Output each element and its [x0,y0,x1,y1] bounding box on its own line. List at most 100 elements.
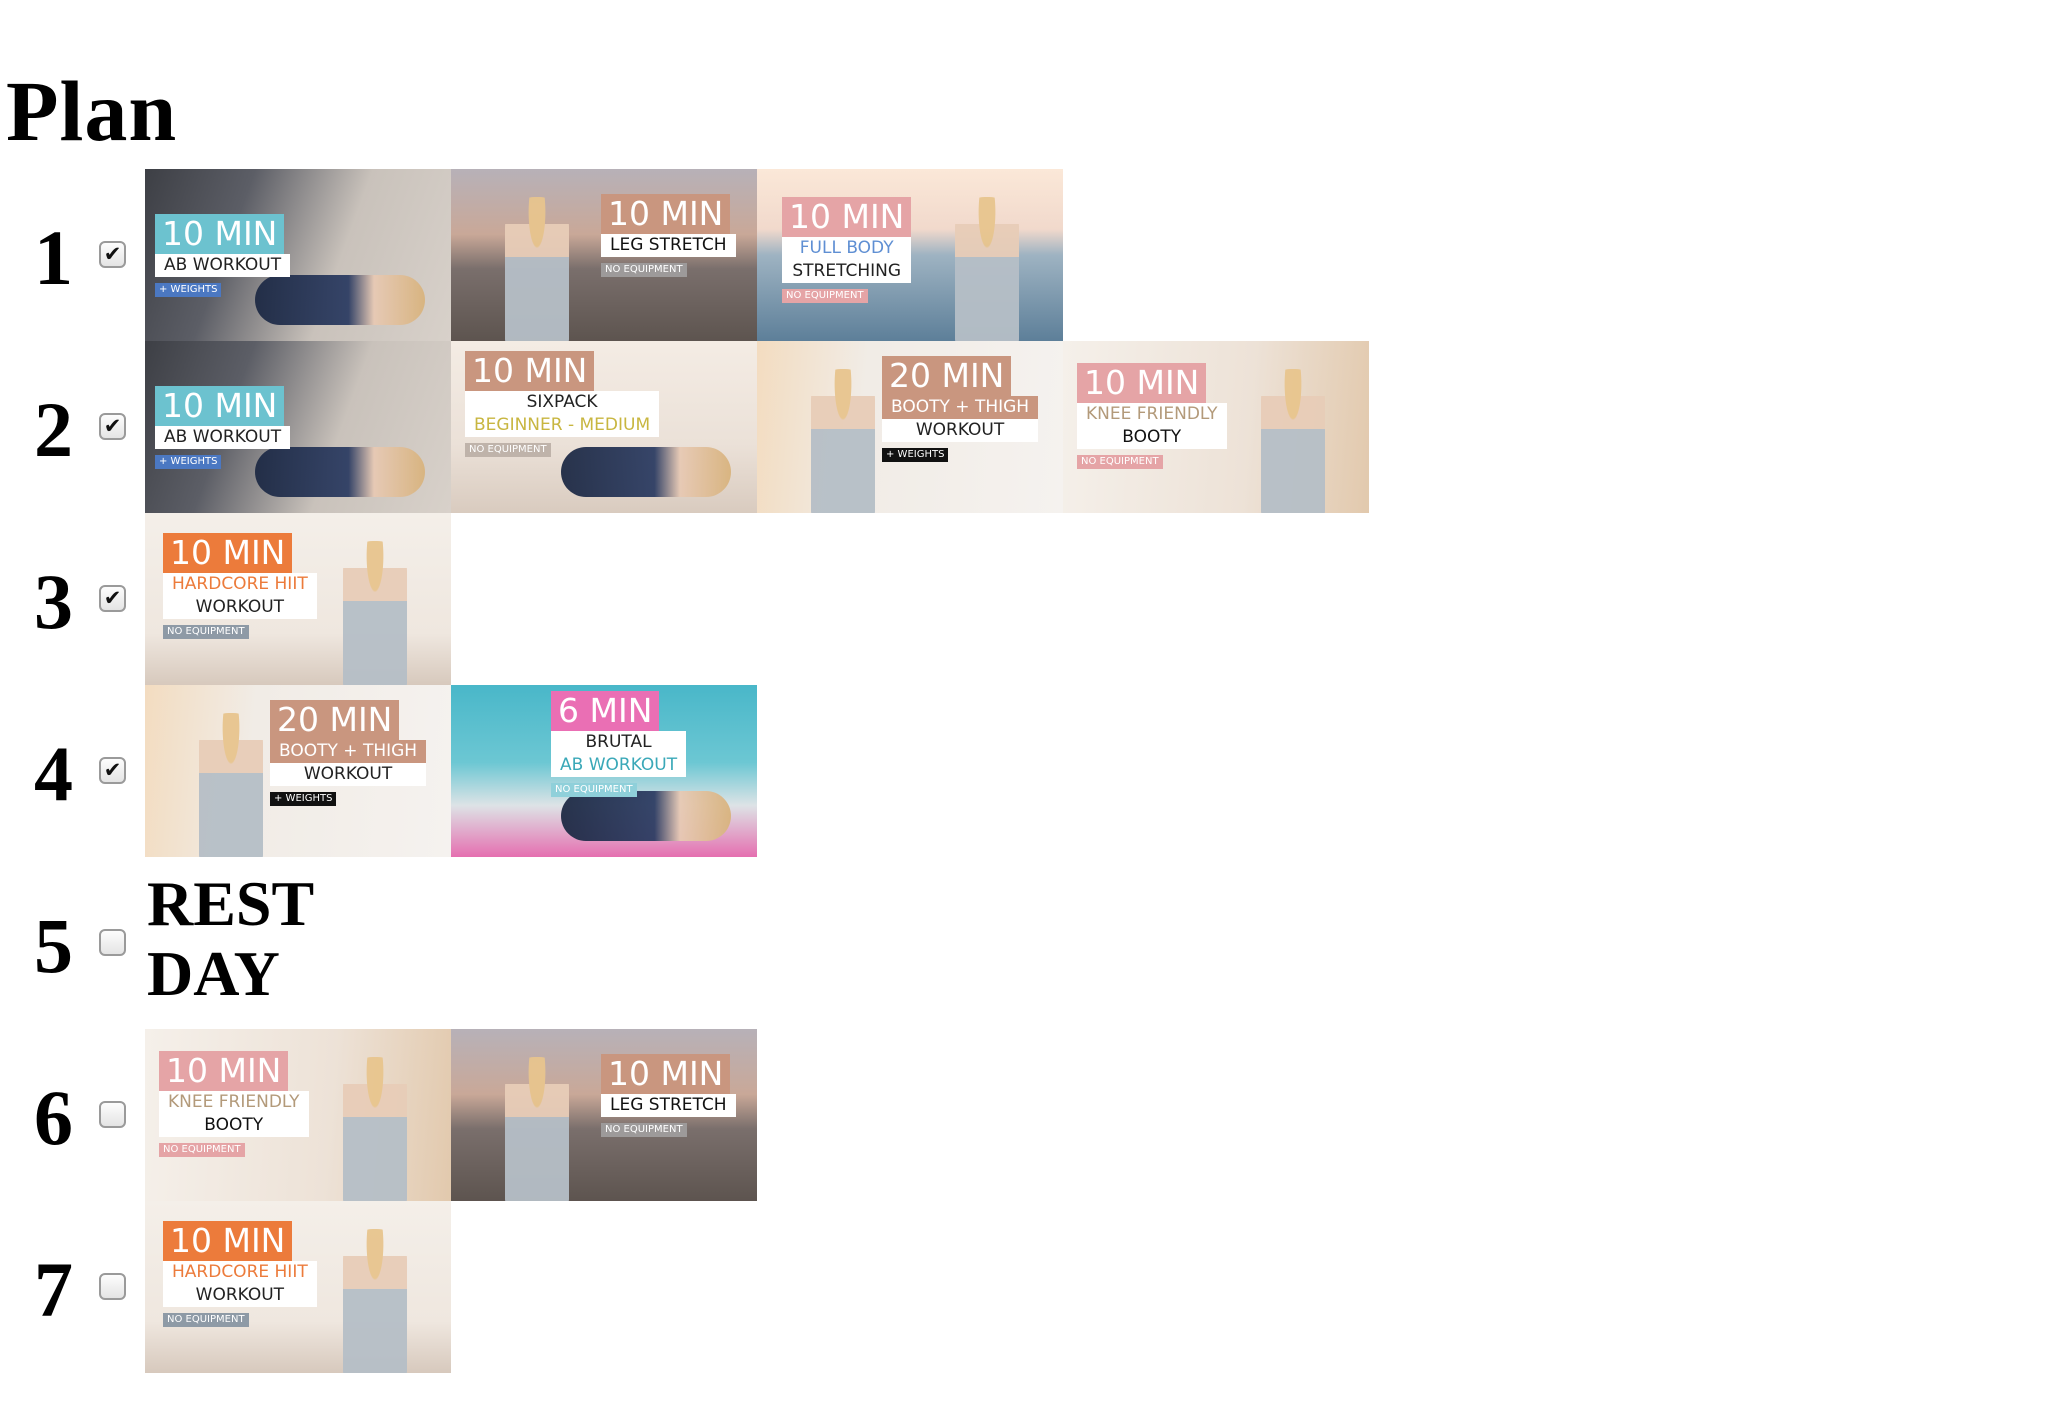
video-duration: 10 MIN [465,351,595,391]
video-title-block: 6 MIN BRUTAL AB WORKOUT NO EQUIPMENT [551,691,687,797]
video-title-line: BOOTY + THIGH [270,740,427,763]
knee-friendly-booty-thumbnail[interactable]: 10 MIN KNEE FRIENDLY BOOTY NO EQUIPMENT [145,1029,451,1201]
video-title-line: BOOTY [1077,426,1227,449]
equipment-tag: NO EQUIPMENT [1077,455,1163,469]
leg-stretch-thumbnail[interactable]: 10 MIN LEG STRETCH NO EQUIPMENT [451,169,757,341]
day-row-7: 7 10 MIN HARDCORE HIIT WORKOUT NO EQUIPMENT [0,1201,2066,1373]
video-duration: 10 MIN [159,1051,289,1091]
equipment-tag: + WEIGHTS [882,448,949,462]
instructor-figure [811,369,875,513]
equipment-tag: NO EQUIPMENT [465,443,551,457]
checkmark-icon: ✔ [103,242,122,266]
day-number: 2 [34,386,73,473]
video-title-line: BEGINNER - MEDIUM [465,414,660,437]
instructor-figure [343,1229,407,1373]
video-title-line: HARDCORE HIIT [163,1261,317,1284]
day-row-5: 5 REST DAY [0,857,2066,1029]
video-duration: 10 MIN [163,533,293,573]
video-duration: 20 MIN [882,356,1012,396]
video-duration: 10 MIN [155,386,285,426]
day-number: 1 [34,214,73,301]
sixpack-thumbnail[interactable]: 10 MIN SIXPACK BEGINNER - MEDIUM NO EQUIPME… [451,341,757,513]
page-title: Plan [6,63,178,159]
ab-workout-thumbnail[interactable]: 10 MIN AB WORKOUT + WEIGHTS [145,169,451,341]
full-body-stretching-thumbnail[interactable]: 10 MIN FULL BODY STRETCHING NO EQUIPMENT [757,169,1063,341]
day-number: 3 [34,558,73,645]
video-title-block: 10 MIN HARDCORE HIIT WORKOUT NO EQUIPMENT [163,1221,317,1327]
video-title-block: 20 MIN BOOTY + THIGH WORKOUT + WEIGHTS [270,700,427,806]
video-title-block: 10 MIN KNEE FRIENDLY BOOTY NO EQUIPMENT [159,1051,309,1157]
video-list: 10 MIN HARDCORE HIIT WORKOUT NO EQUIPMENT [145,1201,451,1373]
video-title-line: HARDCORE HIIT [163,573,317,596]
video-duration: 6 MIN [551,691,660,731]
video-title-block: 10 MIN HARDCORE HIIT WORKOUT NO EQUIPMENT [163,533,317,639]
video-title-line: KNEE FRIENDLY [159,1091,309,1114]
instructor-figure [343,541,407,685]
video-title-line: WORKOUT [270,763,427,786]
video-title-line: AB WORKOUT [155,426,291,449]
video-title-block: 20 MIN BOOTY + THIGH WORKOUT + WEIGHTS [882,356,1039,462]
video-title-line: AB WORKOUT [155,254,291,277]
knee-friendly-booty-thumbnail[interactable]: 10 MIN KNEE FRIENDLY BOOTY NO EQUIPMENT [1063,341,1369,513]
video-duration: 10 MIN [1077,363,1207,403]
video-list: 10 MIN AB WORKOUT + WEIGHTS 10 MIN LEG STRET… [145,169,1063,341]
plan-list: 1 ✔ 10 MIN AB WORKOUT + WEIGHTS 10 MIN LEG STR… [0,169,2066,1373]
checkmark-icon: ✔ [103,414,122,438]
ab-workout-thumbnail[interactable]: 10 MIN AB WORKOUT + WEIGHTS [145,341,451,513]
video-duration: 10 MIN [163,1221,293,1261]
video-title-line: WORKOUT [163,596,317,619]
instructor-figure [561,791,731,841]
video-title-block: 10 MIN LEG STRETCH NO EQUIPMENT [601,1054,736,1137]
day-complete-checkbox[interactable]: ✔ [99,757,126,784]
booty-thigh-thumbnail[interactable]: 20 MIN BOOTY + THIGH WORKOUT + WEIGHTS [757,341,1063,513]
instructor-figure [199,713,263,857]
day-complete-checkbox[interactable]: ✔ [99,585,126,612]
instructor-figure [505,197,569,341]
video-duration: 20 MIN [270,700,400,740]
video-title-line: WORKOUT [163,1284,317,1307]
video-title-block: 10 MIN AB WORKOUT + WEIGHTS [155,386,291,469]
day-complete-checkbox[interactable] [99,1101,126,1128]
video-title-line: FULL BODY [782,237,912,260]
video-title-block: 10 MIN FULL BODY STRETCHING NO EQUIPMENT [782,197,912,303]
video-title-line: BOOTY [159,1114,309,1137]
checkmark-icon: ✔ [103,586,122,610]
equipment-tag: NO EQUIPMENT [159,1143,245,1157]
video-title-line: STRETCHING [782,260,912,283]
instructor-figure [505,1057,569,1201]
video-title-line: KNEE FRIENDLY [1077,403,1227,426]
video-list: 10 MIN HARDCORE HIIT WORKOUT NO EQUIPMENT [145,513,451,685]
video-duration: 10 MIN [601,1054,731,1094]
checkmark-icon: ✔ [103,758,122,782]
day-row-2: 2 ✔ 10 MIN AB WORKOUT + WEIGHTS 10 MIN SIXPACK… [0,341,2066,513]
booty-thigh-thumbnail[interactable]: 20 MIN BOOTY + THIGH WORKOUT + WEIGHTS [145,685,451,857]
day-complete-checkbox[interactable]: ✔ [99,413,126,440]
video-title-line: LEG STRETCH [601,1094,736,1117]
video-title-line: BOOTY + THIGH [882,396,1039,419]
video-title-block: 10 MIN SIXPACK BEGINNER - MEDIUM NO EQUIPME… [465,351,660,457]
leg-stretch-thumbnail[interactable]: 10 MIN LEG STRETCH NO EQUIPMENT [451,1029,757,1201]
brutal-ab-workout-thumbnail[interactable]: 6 MIN BRUTAL AB WORKOUT NO EQUIPMENT [451,685,757,857]
day-row-3: 3 ✔ 10 MIN HARDCORE HIIT WORKOUT NO EQUIPMENT [0,513,2066,685]
equipment-tag: NO EQUIPMENT [551,783,637,797]
day-number: 7 [34,1246,73,1333]
video-list: 20 MIN BOOTY + THIGH WORKOUT + WEIGHTS 6 MIN… [145,685,757,857]
equipment-tag: NO EQUIPMENT [163,1313,249,1327]
day-complete-checkbox[interactable] [99,929,126,956]
video-title-line: LEG STRETCH [601,234,736,257]
video-list: 10 MIN KNEE FRIENDLY BOOTY NO EQUIPMENT 10 M… [145,1029,757,1201]
equipment-tag: NO EQUIPMENT [601,263,687,277]
day-number: 4 [34,730,73,817]
video-title-block: 10 MIN KNEE FRIENDLY BOOTY NO EQUIPMENT [1077,363,1227,469]
instructor-figure [1261,369,1325,513]
day-number: 6 [34,1074,73,1161]
video-title-block: 10 MIN AB WORKOUT + WEIGHTS [155,214,291,297]
equipment-tag: + WEIGHTS [270,792,337,806]
hardcore-hiit-thumbnail[interactable]: 10 MIN HARDCORE HIIT WORKOUT NO EQUIPMENT [145,1201,451,1373]
day-complete-checkbox[interactable] [99,1273,126,1300]
video-title-line: AB WORKOUT [551,754,687,777]
equipment-tag: + WEIGHTS [155,283,222,297]
day-complete-checkbox[interactable]: ✔ [99,241,126,268]
hardcore-hiit-thumbnail[interactable]: 10 MIN HARDCORE HIIT WORKOUT NO EQUIPMENT [145,513,451,685]
equipment-tag: + WEIGHTS [155,455,222,469]
